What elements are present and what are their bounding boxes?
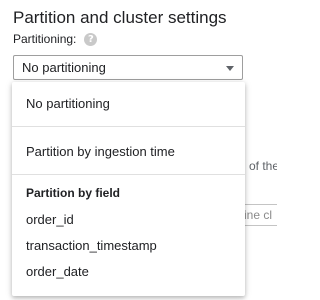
partitioning-dropdown-menu: No partitioning Partition by ingestion t… [12, 82, 245, 296]
background-input-placeholder: ine cl [244, 208, 273, 222]
partition-settings-panel: Partition and cluster settings Partition… [0, 0, 277, 300]
menu-field-transaction-timestamp[interactable]: transaction_timestamp [26, 238, 157, 253]
menu-divider [12, 126, 245, 127]
menu-group-label-partition-by-field: Partition by field [26, 186, 121, 200]
partitioning-select[interactable]: No partitioning [13, 55, 243, 80]
partitioning-field-label: Partitioning: ? [13, 32, 98, 46]
menu-option-no-partitioning[interactable]: No partitioning [26, 96, 110, 111]
menu-field-order-date[interactable]: order_date [26, 264, 89, 279]
background-description-text: of the [249, 159, 277, 173]
help-circle-icon[interactable]: ? [84, 32, 98, 46]
partitioning-label-text: Partitioning: [13, 32, 77, 46]
section-title: Partition and cluster settings [13, 8, 227, 27]
menu-field-order-id[interactable]: order_id [26, 212, 74, 227]
menu-option-ingestion-time[interactable]: Partition by ingestion time [26, 144, 175, 159]
menu-divider [12, 174, 245, 175]
caret-down-icon [226, 66, 234, 71]
partitioning-select-value: No partitioning [22, 60, 106, 75]
